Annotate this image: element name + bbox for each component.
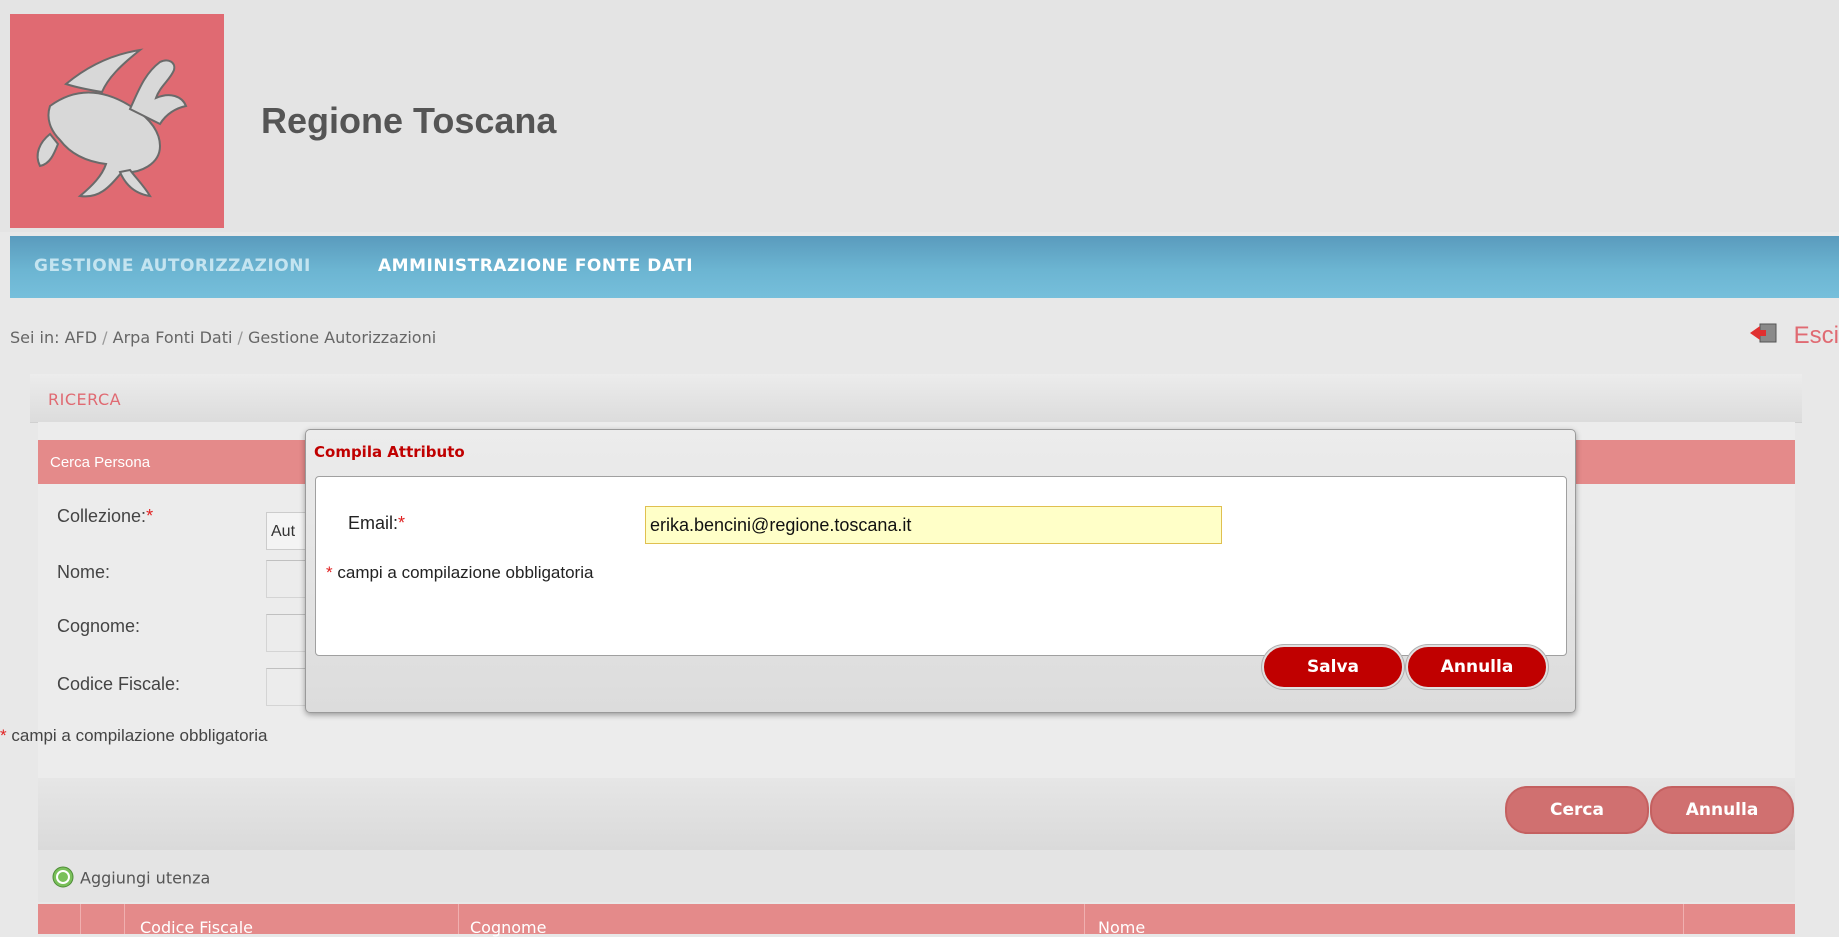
column-divider (458, 904, 459, 934)
required-fields-note: * campi a compilazione obbligatoria (0, 726, 268, 745)
column-header-cognome[interactable]: Cognome (470, 918, 546, 937)
dialog-annulla-button[interactable]: Annulla (1406, 645, 1548, 689)
nav-item-gestione-autorizzazioni[interactable]: GESTIONE AUTORIZZAZIONI (34, 256, 311, 276)
nav-item-amministrazione-fonte-dati[interactable]: AMMINISTRAZIONE FONTE DATI (378, 256, 693, 276)
column-header-codice-fiscale[interactable]: Codice Fiscale (140, 918, 253, 937)
email-input[interactable]: erika.bencini@regione.toscana.it (645, 506, 1222, 544)
breadcrumb-separator: / (102, 328, 108, 347)
exit-link[interactable]: Esci (1749, 322, 1839, 351)
codice-fiscale-label: Codice Fiscale: (57, 674, 181, 694)
add-user-bar (38, 850, 1795, 902)
cerca-button[interactable]: Cerca (1505, 786, 1649, 834)
dialog-required-note: * campi a compilazione obbligatoria (326, 563, 594, 582)
collezione-label: Collezione:* (57, 506, 154, 526)
nome-label: Nome: (57, 562, 111, 582)
column-divider (80, 904, 81, 934)
site-title: Regione Toscana (261, 100, 557, 141)
add-circle-icon (52, 866, 74, 892)
column-divider (1683, 904, 1684, 934)
dialog-content: Email:* erika.bencini@regione.toscana.it… (315, 476, 1567, 656)
main-nav: GESTIONE AUTORIZZAZIONI AMMINISTRAZIONE … (10, 236, 1839, 298)
dialog-title: Compila Attributo (314, 443, 465, 461)
breadcrumb-item-afd[interactable]: AFD (65, 328, 97, 347)
column-divider (1084, 904, 1085, 934)
results-table-header: Codice Fiscale Cognome Nome (38, 904, 1795, 937)
breadcrumb-item-arpa-fonti-dati[interactable]: Arpa Fonti Dati (113, 328, 233, 347)
compila-attributo-dialog: Compila Attributo Email:* erika.bencini@… (305, 429, 1576, 713)
cognome-label: Cognome: (57, 616, 141, 636)
ricerca-label: RICERCA (48, 390, 122, 409)
salva-button[interactable]: Salva (1262, 645, 1404, 689)
breadcrumb: Sei in: AFD / Arpa Fonti Dati / Gestione… (10, 328, 436, 347)
breadcrumb-separator: / (237, 328, 243, 347)
add-user-label: Aggiungi utenza (80, 868, 211, 888)
site-header: Regione Toscana (0, 0, 1839, 232)
email-label: Email:* (348, 513, 406, 533)
ricerca-section-bar: RICERCA (30, 374, 1802, 423)
annulla-button[interactable]: Annulla (1650, 786, 1794, 834)
add-user-link[interactable]: Aggiungi utenza (52, 866, 210, 892)
exit-label: Esci (1793, 322, 1839, 349)
breadcrumb-prefix: Sei in: (10, 328, 60, 347)
exit-door-icon (1749, 322, 1778, 351)
breadcrumb-item-gestione-autorizzazioni: Gestione Autorizzazioni (248, 328, 437, 347)
cerca-persona-title: Cerca Persona (50, 454, 151, 471)
regione-toscana-logo (10, 14, 224, 228)
column-header-nome[interactable]: Nome (1098, 918, 1145, 937)
pegasus-icon (10, 14, 224, 228)
column-divider (124, 904, 125, 934)
